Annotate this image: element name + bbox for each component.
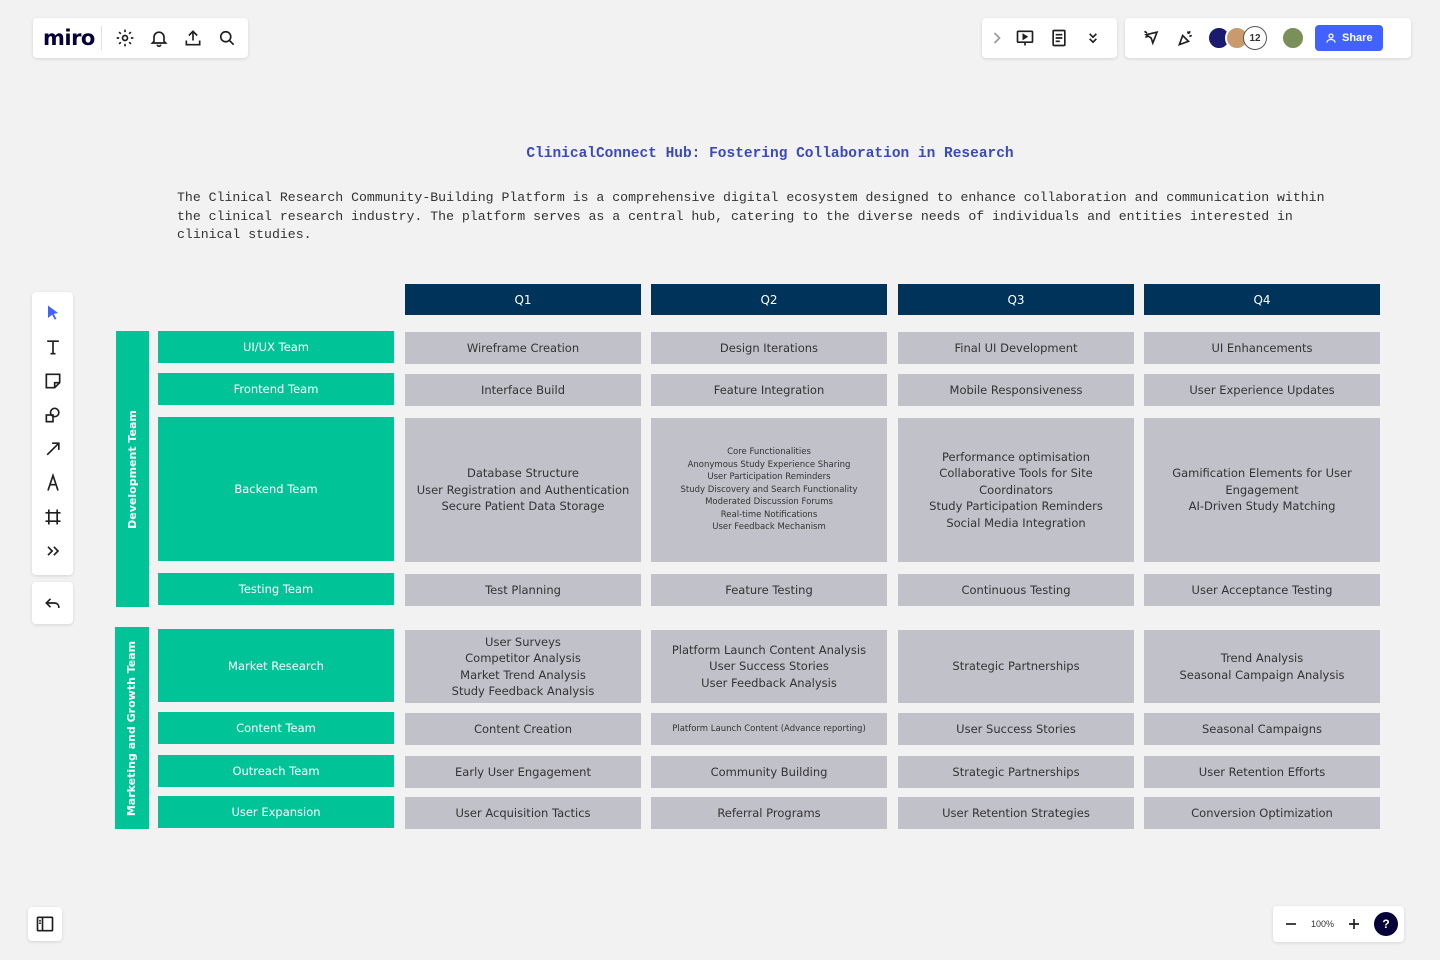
notes-icon[interactable] (1042, 21, 1076, 55)
presentation-icon[interactable] (1008, 21, 1042, 55)
task-card[interactable]: User Surveys Competitor Analysis Market … (405, 630, 641, 703)
settings-icon[interactable] (108, 21, 142, 55)
team-label[interactable]: Market Research (158, 629, 394, 702)
task-card[interactable]: Platform Launch Content Analysis User Su… (651, 630, 887, 703)
collaborator-count-badge[interactable]: 12 (1243, 26, 1267, 50)
miro-logo[interactable]: miro (43, 26, 102, 50)
task-card[interactable]: User Success Stories (898, 713, 1134, 745)
team-label[interactable]: Backend Team (158, 417, 394, 561)
share-label: Share (1342, 32, 1373, 44)
top-right-panel: 12 Share (1125, 18, 1411, 58)
top-middle-panel (982, 18, 1117, 58)
arrow-icon[interactable] (36, 432, 70, 466)
pen-icon[interactable] (36, 466, 70, 500)
task-card[interactable]: Performance optimisation Collaborative T… (898, 418, 1134, 562)
current-user-avatar[interactable] (1281, 26, 1305, 50)
zoom-level[interactable]: 100% (1311, 919, 1334, 929)
quarter-header-q1[interactable]: Q1 (405, 284, 641, 315)
celebrate-icon[interactable] (1169, 21, 1203, 55)
group-label[interactable]: Development Team (116, 331, 149, 607)
sticky-note-icon[interactable] (36, 364, 70, 398)
task-card[interactable]: Seasonal Campaigns (1144, 713, 1380, 745)
undo-icon[interactable] (36, 586, 70, 620)
left-toolbar (32, 292, 73, 575)
board-title[interactable]: ClinicalConnect Hub: Fostering Collabora… (400, 146, 1140, 162)
task-card[interactable]: Content Creation (405, 713, 641, 745)
text-icon[interactable] (36, 330, 70, 364)
quarter-header-q3[interactable]: Q3 (898, 284, 1134, 315)
team-label[interactable]: Outreach Team (158, 755, 394, 787)
group-label[interactable]: Marketing and Growth Team (115, 627, 149, 829)
task-card[interactable]: User Retention Efforts (1144, 756, 1380, 788)
task-card[interactable]: Mobile Responsiveness (898, 374, 1134, 406)
cursor-icon[interactable] (1135, 21, 1169, 55)
task-card[interactable]: Interface Build (405, 374, 641, 406)
upload-icon[interactable] (176, 21, 210, 55)
task-card[interactable]: Platform Launch Content (Advance reporti… (651, 713, 887, 745)
task-card[interactable]: User Experience Updates (1144, 374, 1380, 406)
task-card[interactable]: Feature Testing (651, 574, 887, 606)
task-card[interactable]: Strategic Partnerships (898, 630, 1134, 703)
top-left-panel: miro (33, 18, 248, 58)
user-icon (1326, 33, 1336, 43)
task-card[interactable]: Core Functionalities Anonymous Study Exp… (651, 418, 887, 562)
team-label[interactable]: User Expansion (158, 796, 394, 828)
task-card[interactable]: Referral Programs (651, 797, 887, 829)
zoom-out-icon[interactable] (1279, 907, 1303, 941)
task-card[interactable]: Trend Analysis Seasonal Campaign Analysi… (1144, 630, 1380, 703)
chevron-right-icon[interactable] (986, 21, 1008, 55)
task-card[interactable]: User Acceptance Testing (1144, 574, 1380, 606)
task-card[interactable]: User Retention Strategies (898, 797, 1134, 829)
task-card[interactable]: Strategic Partnerships (898, 756, 1134, 788)
task-card[interactable]: Wireframe Creation (405, 332, 641, 364)
frame-icon[interactable] (36, 500, 70, 534)
group-name: Development Team (126, 409, 139, 529)
bell-icon[interactable] (142, 21, 176, 55)
task-card[interactable]: Design Iterations (651, 332, 887, 364)
task-card[interactable]: User Acquisition Tactics (405, 797, 641, 829)
task-card[interactable]: Test Planning (405, 574, 641, 606)
task-card[interactable]: Early User Engagement (405, 756, 641, 788)
task-card[interactable]: Community Building (651, 756, 887, 788)
more-tools-icon[interactable] (36, 534, 70, 568)
shapes-icon[interactable] (36, 398, 70, 432)
quarter-header-q2[interactable]: Q2 (651, 284, 887, 315)
zoom-in-icon[interactable] (1342, 907, 1366, 941)
undo-panel (32, 582, 73, 624)
help-button[interactable]: ? (1373, 912, 1398, 936)
task-card[interactable]: Feature Integration (651, 374, 887, 406)
sidebar-toggle-icon[interactable] (28, 907, 62, 941)
quarter-header-q4[interactable]: Q4 (1144, 284, 1380, 315)
team-label[interactable]: Testing Team (158, 573, 394, 605)
task-card[interactable]: Continuous Testing (898, 574, 1134, 606)
search-icon[interactable] (210, 21, 244, 55)
team-label[interactable]: Frontend Team (158, 373, 394, 405)
collaborator-avatars[interactable]: 12 (1207, 26, 1267, 50)
task-card[interactable]: Database Structure User Registration and… (405, 418, 641, 562)
task-card[interactable]: Gamification Elements for User Engagemen… (1144, 418, 1380, 562)
team-label[interactable]: Content Team (158, 712, 394, 744)
chevron-double-down-icon[interactable] (1076, 21, 1110, 55)
zoom-panel: 100% ? (1273, 906, 1404, 942)
task-card[interactable]: Final UI Development (898, 332, 1134, 364)
group-name: Marketing and Growth Team (125, 640, 139, 816)
task-card[interactable]: UI Enhancements (1144, 332, 1380, 364)
team-label[interactable]: UI/UX Team (158, 331, 394, 363)
task-card[interactable]: Conversion Optimization (1144, 797, 1380, 829)
panels-toggle (28, 907, 62, 941)
select-icon[interactable] (36, 296, 70, 330)
share-button[interactable]: Share (1315, 25, 1383, 51)
board-description[interactable]: The Clinical Research Community-Building… (177, 189, 1347, 245)
